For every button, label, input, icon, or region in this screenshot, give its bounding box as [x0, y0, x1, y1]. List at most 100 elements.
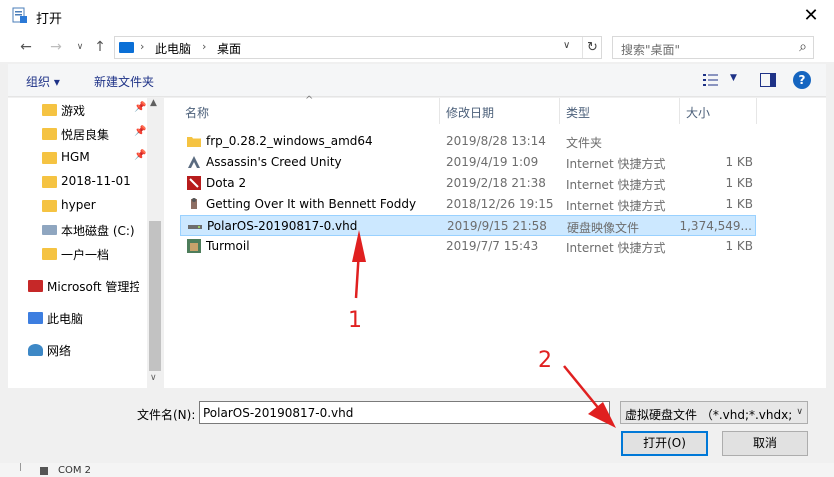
app-icon — [12, 7, 27, 23]
file-name: PolarOS-20190817-0.vhd — [207, 219, 358, 233]
scrollbar-thumb[interactable] — [149, 221, 161, 371]
file-name: Assassin's Creed Unity — [206, 155, 342, 169]
sidebar-item-label: 网络 — [47, 344, 72, 358]
view-options-icon[interactable] — [703, 73, 719, 87]
file-name: Getting Over It with Bennett Foddy — [206, 197, 417, 211]
file-type: Internet 快捷方式 — [566, 241, 666, 255]
file-list: ^ 名称 修改日期 类型 大小 frp_0.28.2_windows_amd64… — [164, 95, 826, 388]
sidebar-item[interactable]: 2018-11-01 — [8, 171, 148, 193]
sidebar-item[interactable]: HGM 📌 — [8, 147, 148, 169]
navigation-pane-scrollbar[interactable]: ▲ ∨ — [147, 98, 163, 388]
background-window-strip: COM 2 — [0, 463, 834, 477]
file-row-selected[interactable]: PolarOS-20190817-0.vhd 2019/9/15 21:58 硬… — [180, 215, 756, 236]
file-name: Dota 2 — [206, 176, 247, 190]
file-size: 1 KB — [725, 239, 753, 253]
column-header-name[interactable]: 名称 — [185, 98, 209, 124]
pin-icon: 📌 — [134, 150, 147, 161]
back-arrow-icon[interactable]: ← — [16, 38, 36, 56]
file-type-filter[interactable]: 虚拟硬盘文件 （*.vhd;*.vhdx;* ∨ — [620, 401, 808, 424]
column-header-date[interactable]: 修改日期 — [446, 98, 494, 124]
file-date: 2019/4/19 1:09 — [446, 155, 539, 169]
folder-icon — [187, 137, 201, 147]
file-date: 2018/12/26 19:15 — [446, 197, 554, 211]
forward-arrow-icon[interactable]: → — [46, 38, 66, 56]
file-row[interactable]: frp_0.28.2_windows_amd64 2019/8/28 13:14… — [180, 131, 756, 152]
folder-icon — [42, 248, 57, 260]
shortcut-icon — [188, 156, 200, 168]
folder-icon — [42, 152, 57, 164]
sidebar-item[interactable]: hyper — [8, 195, 148, 217]
help-icon[interactable]: ? — [793, 71, 811, 89]
open-file-dialog: 打开 ✕ ← → ∨ ↑ › 此电脑 › 桌面 ∨ ↻ 搜索"桌面" ⌕ 组织 … — [0, 0, 834, 470]
file-row[interactable]: Getting Over It with Bennett Foddy 2018/… — [180, 194, 756, 215]
column-divider[interactable] — [679, 98, 680, 124]
title-bar: 打开 ✕ — [0, 0, 834, 32]
shortcut-icon — [187, 176, 201, 190]
folder-icon — [42, 104, 57, 116]
search-placeholder: 搜索"桌面" — [621, 43, 681, 57]
sidebar-item[interactable]: 游戏 📌 — [8, 99, 148, 121]
column-header-type[interactable]: 类型 — [566, 98, 590, 124]
sidebar-item[interactable]: 网络 — [0, 339, 134, 361]
open-button[interactable]: 打开(O) — [621, 431, 708, 456]
organize-button[interactable]: 组织 ▾ — [26, 73, 60, 90]
file-type: 文件夹 — [566, 136, 603, 150]
file-row[interactable]: Dota 2 2019/2/18 21:38 Internet 快捷方式 1 K… — [180, 173, 756, 194]
shortcut-icon — [191, 198, 197, 209]
file-type: Internet 快捷方式 — [566, 199, 666, 213]
breadcrumb-this-pc[interactable]: 此电脑 — [155, 40, 191, 57]
sidebar-item[interactable]: 此电脑 — [0, 307, 134, 329]
command-bar: 组织 ▾ 新建文件夹 ▼ ? — [8, 64, 826, 97]
folder-icon — [42, 200, 57, 212]
sidebar-item-label: 此电脑 — [47, 312, 84, 326]
annotation-label-1: 1 — [348, 308, 362, 333]
close-icon[interactable]: ✕ — [796, 4, 826, 28]
preview-pane-icon[interactable] — [760, 73, 776, 87]
window-title: 打开 — [36, 12, 63, 27]
column-divider[interactable] — [756, 98, 757, 124]
chevron-right-icon: › — [140, 40, 145, 53]
sidebar-item[interactable]: 一户一档 — [8, 243, 148, 265]
new-folder-button[interactable]: 新建文件夹 — [94, 73, 154, 90]
sidebar-item-label: Microsoft 管理控 — [47, 280, 139, 294]
sidebar-item[interactable]: 悦居良集 📌 — [8, 123, 148, 145]
filename-value: PolarOS-20190817-0.vhd — [203, 406, 354, 420]
chevron-down-icon[interactable]: ∨ — [796, 407, 803, 417]
navigation-pane: 游戏 📌 悦居良集 📌 HGM 📌 2018-11-01 hyper 本地磁盘 … — [8, 98, 163, 388]
search-icon[interactable]: ⌕ — [799, 39, 807, 55]
pin-icon: 📌 — [134, 102, 147, 113]
refresh-icon[interactable]: ↻ — [582, 37, 602, 58]
address-bar[interactable]: › 此电脑 › 桌面 ∨ ↻ — [114, 36, 602, 59]
scroll-up-icon[interactable]: ▲ — [150, 98, 157, 108]
sidebar-item[interactable]: Microsoft 管理控 — [0, 275, 139, 297]
file-name: frp_0.28.2_windows_amd64 — [206, 134, 373, 148]
sidebar-item-label: 一户一档 — [61, 248, 110, 262]
chevron-down-icon[interactable]: ∨ — [563, 40, 570, 51]
file-row[interactable]: Turmoil 2019/7/7 15:43 Internet 快捷方式 1 K… — [180, 236, 756, 257]
file-size: 1 KB — [725, 197, 753, 211]
sidebar-item[interactable]: 本地磁盘 (C:) — [8, 219, 148, 241]
search-input[interactable]: 搜索"桌面" ⌕ — [612, 36, 814, 59]
column-divider[interactable] — [559, 98, 560, 124]
annotation-label-2: 2 — [538, 348, 552, 373]
filename-label: 文件名(N): — [137, 408, 196, 422]
file-date: 2019/9/15 21:58 — [447, 219, 547, 233]
file-date: 2019/8/28 13:14 — [446, 134, 546, 148]
filename-field[interactable]: PolarOS-20190817-0.vhd — [199, 401, 610, 424]
recent-locations-icon[interactable]: ∨ — [70, 38, 90, 56]
cancel-button[interactable]: 取消 — [722, 431, 808, 456]
column-header-size[interactable]: 大小 — [686, 98, 710, 124]
scroll-down-icon[interactable]: ∨ — [150, 373, 157, 383]
file-size: 1 KB — [725, 155, 753, 169]
column-divider[interactable] — [439, 98, 440, 124]
file-name: Turmoil — [206, 239, 250, 253]
shortcut-icon — [187, 239, 201, 253]
this-pc-icon — [119, 42, 134, 53]
breadcrumb-desktop[interactable]: 桌面 — [217, 40, 241, 57]
sidebar-item-label: 2018-11-01 — [61, 174, 131, 188]
file-row[interactable]: Assassin's Creed Unity 2019/4/19 1:09 In… — [180, 152, 756, 173]
vhd-icon — [188, 225, 202, 229]
navigation-bar: ← → ∨ ↑ › 此电脑 › 桌面 ∨ ↻ 搜索"桌面" ⌕ — [0, 32, 834, 62]
up-arrow-icon[interactable]: ↑ — [90, 38, 110, 56]
view-dropdown-icon[interactable]: ▼ — [730, 73, 737, 83]
